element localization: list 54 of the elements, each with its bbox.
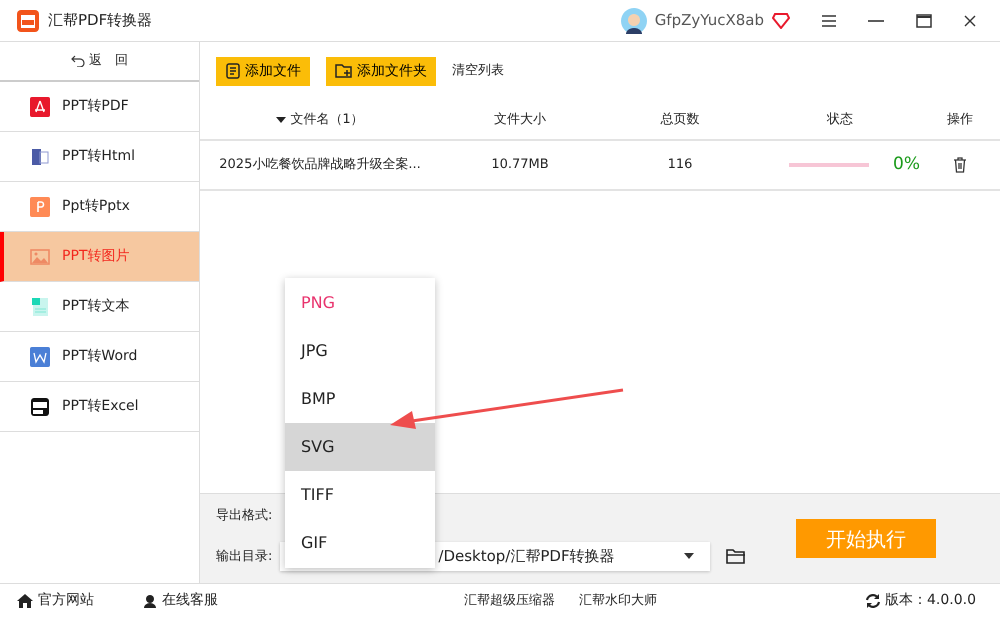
sidebar-item[interactable]: PPT转Word [0,332,199,382]
image-icon [30,246,50,266]
app-logo-icon [16,8,40,32]
sort-icon[interactable] [276,116,286,122]
headset-icon [142,592,158,608]
support-link[interactable]: 在线客服 [162,590,218,611]
column-header: 操作 [947,110,973,129]
document-icon [225,63,241,79]
progress-percent: 0% [893,153,920,176]
maximize-icon[interactable] [916,14,932,28]
close-icon[interactable] [964,14,976,26]
caret-icon[interactable] [684,553,694,560]
website-link[interactable]: 官方网站 [38,590,94,611]
file-size: 10.77MB [491,157,549,172]
diamond-icon [772,12,790,28]
app-link[interactable]: 汇帮水印大师 [579,590,657,610]
letter-w-icon [30,346,50,366]
folder-icon[interactable] [726,548,746,564]
version-text: 版本：4.0.0.0 [885,591,976,610]
folder-plus-icon [335,63,353,79]
column-header: 文件大小 [494,110,546,129]
add-file-button[interactable]: 添加文件 [216,56,310,86]
format-option[interactable]: SVG [285,423,435,471]
username[interactable]: GfpZyYucX8ab [654,9,764,32]
avatar-icon [620,8,647,34]
column-header: 状态 [827,110,853,129]
format-option[interactable]: BMP [285,375,435,423]
sidebar-item[interactable]: PPT转Html [0,132,199,182]
format-option[interactable]: JPG [285,327,435,375]
output-label: 输出目录: [216,548,272,566]
back-icon[interactable] [71,55,85,67]
sidebar-item[interactable]: PPT转PDF [0,82,199,132]
sidebar-item[interactable]: PPT转文本 [0,282,199,332]
window-title: 汇帮PDF转换器 [48,10,152,32]
column-header: 总页数 [660,110,700,129]
column-header: 文件名（1） [290,110,364,129]
add-folder-button[interactable]: 添加文件夹 [326,56,436,86]
clear-list-link[interactable]: 清空列表 [452,61,504,81]
format-option[interactable]: TIFF [285,471,435,519]
refresh-icon[interactable] [865,592,882,608]
trash-icon[interactable] [953,156,967,173]
home-icon [16,592,34,608]
menu-icon[interactable] [822,14,836,26]
sidebar-item[interactable]: PPT转Excel [0,382,199,432]
pdf-icon [30,96,50,116]
app-link[interactable]: 汇帮超级压缩器 [464,590,555,610]
document-icon [30,146,50,166]
format-label: 导出格式: [216,507,274,526]
format-option[interactable]: PNG [285,279,435,327]
file-name: 2025小吃餐饮品牌战略升级全案... [219,157,421,172]
text-file-icon [30,296,50,316]
letter-p-icon [30,196,50,216]
back-link[interactable]: 返 回 [89,51,128,71]
page-count: 116 [668,157,692,172]
